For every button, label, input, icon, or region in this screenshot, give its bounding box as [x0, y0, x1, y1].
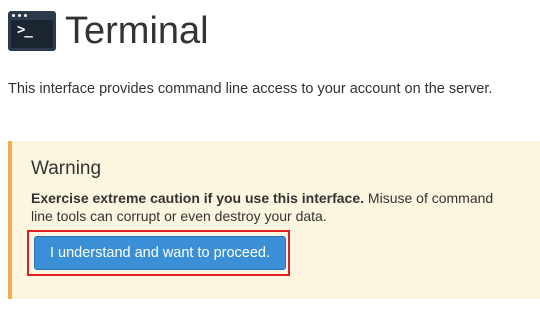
warning-message: Exercise extreme caution if you use this…: [31, 189, 511, 225]
terminal-prompt: >_: [17, 22, 33, 38]
terminal-icon: >_: [8, 11, 56, 51]
warning-bold-text: Exercise extreme caution if you use this…: [31, 190, 365, 206]
page-title: Terminal: [65, 10, 209, 52]
proceed-button[interactable]: I understand and want to proceed.: [34, 236, 286, 270]
warning-title: Warning: [31, 158, 102, 179]
page-header: >_ Terminal: [8, 8, 209, 54]
warning-alert: Warning Exercise extreme caution if you …: [8, 141, 540, 299]
window-dots: [12, 14, 27, 17]
page-description: This interface provides command line acc…: [8, 81, 493, 97]
